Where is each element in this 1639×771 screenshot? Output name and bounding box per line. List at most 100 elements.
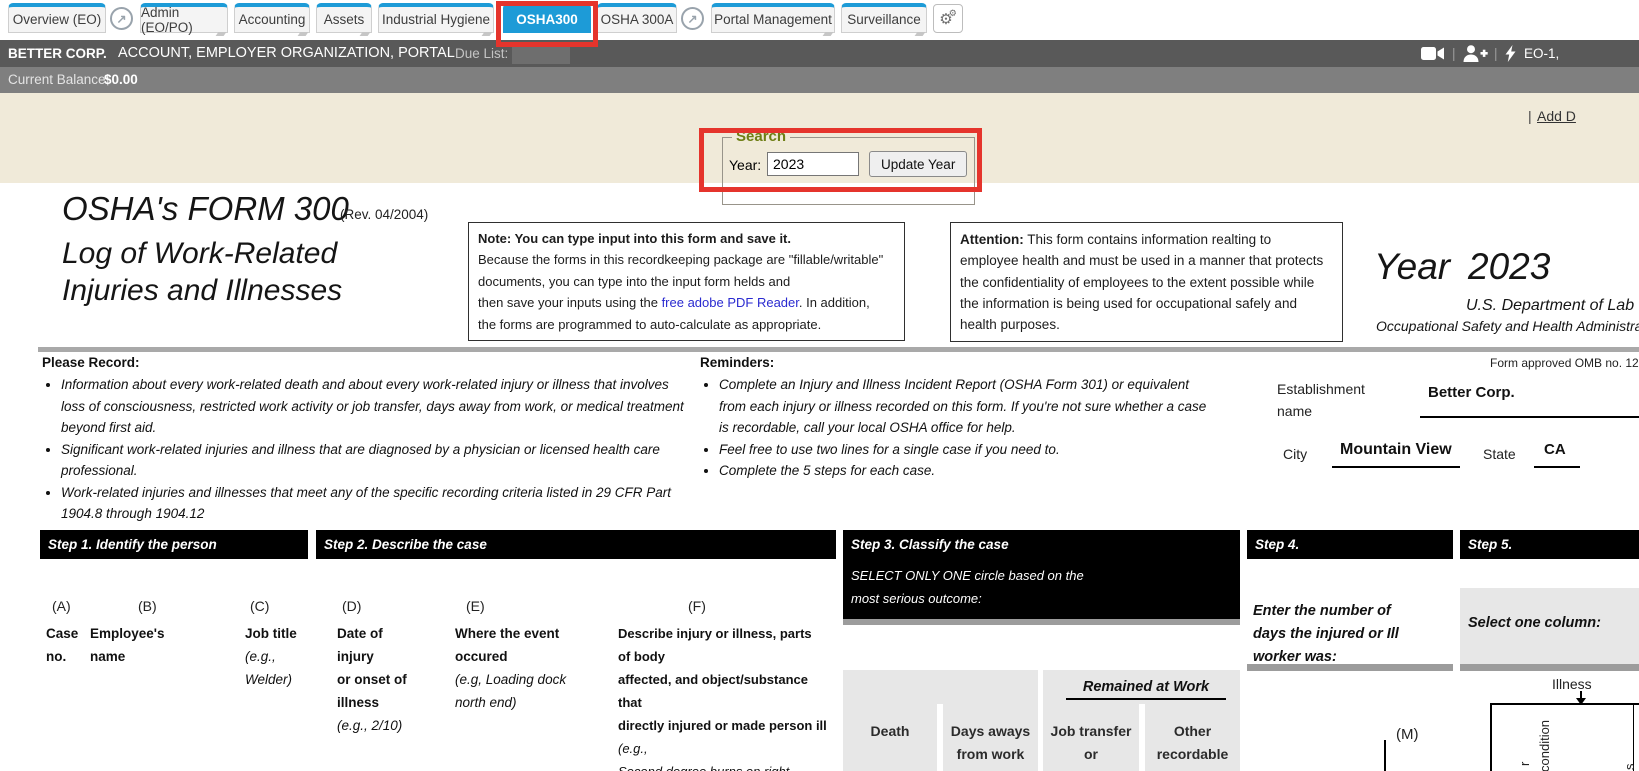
entity-code: EO-1, bbox=[1524, 40, 1559, 67]
list-item: Work-related injuries and illnesses that… bbox=[61, 482, 694, 525]
please-record-heading: Please Record: bbox=[42, 355, 140, 370]
dept-line1: U.S. Department of Lab bbox=[1466, 297, 1634, 315]
state-label: State bbox=[1483, 446, 1516, 462]
step5-shadow bbox=[1460, 664, 1639, 671]
app-window: Overview (EO) ↗ Admin (EO/PO) Accounting… bbox=[0, 0, 1639, 771]
tab-portal-management[interactable]: Portal Management bbox=[711, 3, 835, 33]
icon-separator: | bbox=[1494, 40, 1498, 67]
gears-icon-small: ⚙ bbox=[949, 8, 957, 19]
org-context: ACCOUNT, EMPLOYER ORGANIZATION, PORTAL bbox=[118, 40, 455, 67]
tab-label: Accounting bbox=[239, 12, 306, 27]
city-underline bbox=[1332, 466, 1460, 468]
classify-line: Days aways bbox=[943, 720, 1038, 743]
tab-label: Assets bbox=[324, 12, 365, 27]
attention-box: Attention: This form contains informatio… bbox=[950, 222, 1343, 342]
rotated-label-fragment-right: s bbox=[1622, 764, 1637, 771]
dept-line2: Occupational Safety and Health Administr… bbox=[1376, 318, 1639, 334]
step5-note-box: Select one column: bbox=[1460, 588, 1639, 664]
classify-column-other-recordable: Other recordable case bbox=[1145, 720, 1240, 771]
organization-bar: BETTER CORP. ACCOUNT, EMPLOYER ORGANIZAT… bbox=[0, 40, 1639, 67]
header-line: Employee's bbox=[90, 622, 165, 645]
header-line: no. bbox=[46, 645, 78, 668]
tab-overview[interactable]: Overview (EO) bbox=[8, 3, 106, 33]
city-value: Mountain View bbox=[1340, 441, 1452, 459]
tab-osha300a[interactable]: OSHA 300A bbox=[597, 3, 677, 33]
column-letter-e: (E) bbox=[466, 598, 485, 614]
person-add-icon[interactable] bbox=[1462, 45, 1488, 65]
header-example: Second degree burns on right bbox=[618, 760, 827, 771]
balance-bar: Current Balance: $0.00 bbox=[0, 67, 1639, 93]
note-line: the forms are programmed to auto-calcula… bbox=[478, 314, 895, 335]
form-subtitle-line2: Injuries and Illnesses bbox=[62, 274, 342, 308]
classify-column-days-away: Days aways from work bbox=[943, 720, 1038, 766]
step1-title: Step 1. Identify the person bbox=[48, 537, 217, 552]
header-line: of body bbox=[618, 645, 827, 668]
header-example: (e.g, Loading dock bbox=[455, 668, 566, 691]
tab-surveillance[interactable]: Surveillance bbox=[841, 3, 927, 33]
column-letter-c: (C) bbox=[250, 598, 269, 614]
column-letter-d: (D) bbox=[342, 598, 361, 614]
step3-note-line1: SELECT ONLY ONE circle based on the bbox=[851, 568, 1084, 583]
balance-value: $0.00 bbox=[104, 67, 138, 93]
classify-line: or bbox=[1043, 743, 1139, 766]
column-header-date: Date of injury or onset of illness (e.g.… bbox=[337, 622, 407, 737]
due-list-dropdown[interactable] bbox=[512, 44, 570, 64]
tab-corner-fold bbox=[915, 32, 926, 36]
tab-corner-fold bbox=[298, 32, 309, 36]
classify-line: Job transfer bbox=[1043, 720, 1139, 743]
step3-title: Step 3. Classify the case bbox=[851, 537, 1009, 552]
state-value: CA bbox=[1544, 441, 1566, 458]
lightning-icon[interactable] bbox=[1505, 45, 1516, 65]
header-line: Case bbox=[46, 622, 78, 645]
step4-title: Step 4. bbox=[1255, 537, 1299, 552]
pdf-reader-link[interactable]: free adobe PDF Reader bbox=[662, 295, 799, 310]
icon-separator: | bbox=[1452, 40, 1456, 67]
header-line: affected, and object/substance bbox=[618, 668, 827, 691]
arrow-glyph: ↗ bbox=[687, 12, 697, 26]
header-line: Job title bbox=[245, 622, 297, 645]
step3-shadow bbox=[843, 619, 1240, 625]
tab-admin[interactable]: Admin (EO/PO) bbox=[140, 3, 228, 33]
header-example: (e.g., 2/10) bbox=[337, 714, 407, 737]
column-letter-a: (A) bbox=[52, 598, 71, 614]
header-line: directly injured or made person ill bbox=[618, 714, 827, 737]
step4-shadow bbox=[1247, 664, 1453, 671]
header-line: that bbox=[618, 691, 827, 714]
classify-line: from work bbox=[943, 743, 1038, 766]
tab-assets[interactable]: Assets bbox=[316, 3, 372, 33]
note-line: Because the forms in this recordkeeping … bbox=[478, 249, 895, 270]
tab-corner-fold bbox=[216, 32, 227, 36]
external-link-icon[interactable]: ↗ bbox=[681, 7, 704, 30]
external-link-icon[interactable]: ↗ bbox=[110, 7, 133, 30]
classify-line: restriction bbox=[1043, 766, 1139, 771]
column-header-employee-name: Employee's name bbox=[90, 622, 165, 668]
tab-accounting[interactable]: Accounting bbox=[234, 3, 310, 33]
column-letter-b: (B) bbox=[138, 598, 157, 614]
tab-label: Industrial Hygiene bbox=[382, 12, 490, 27]
tab-label: Admin (EO/PO) bbox=[141, 5, 227, 35]
table-border-fragment bbox=[1384, 740, 1386, 771]
header-example: north end) bbox=[455, 691, 566, 714]
header-line: Date of bbox=[337, 622, 407, 645]
annotation-highlight-osha300-tab bbox=[496, 1, 598, 47]
year-word: Year bbox=[1374, 246, 1450, 288]
year-value: 2023 bbox=[1468, 246, 1550, 288]
note-heading: Note: You can type input into this form … bbox=[478, 228, 895, 249]
video-camera-icon[interactable] bbox=[1421, 46, 1445, 64]
form-revision: (Rev. 04/2004) bbox=[340, 207, 428, 222]
link-divider: | bbox=[1528, 108, 1532, 124]
tab-industrial-hygiene[interactable]: Industrial Hygiene bbox=[378, 3, 494, 33]
balance-label: Current Balance: bbox=[8, 67, 109, 93]
header-line: Where the event bbox=[455, 622, 566, 645]
state-underline bbox=[1534, 466, 1580, 468]
list-item: Significant work-related injuries and il… bbox=[61, 439, 694, 482]
settings-button[interactable]: ⚙⚙ bbox=[933, 4, 963, 33]
add-link[interactable]: Add D bbox=[1537, 108, 1576, 124]
tab-corner-fold bbox=[482, 32, 493, 36]
city-label: City bbox=[1283, 446, 1307, 462]
establishment-label-line2: name bbox=[1277, 403, 1312, 419]
please-record-list: Information about every work-related dea… bbox=[44, 374, 694, 525]
column-header-describe: Describe injury or illness, parts of bod… bbox=[618, 622, 827, 771]
header-example: (e.g., bbox=[618, 737, 827, 760]
form-title: OSHA's FORM 300 bbox=[62, 190, 349, 228]
